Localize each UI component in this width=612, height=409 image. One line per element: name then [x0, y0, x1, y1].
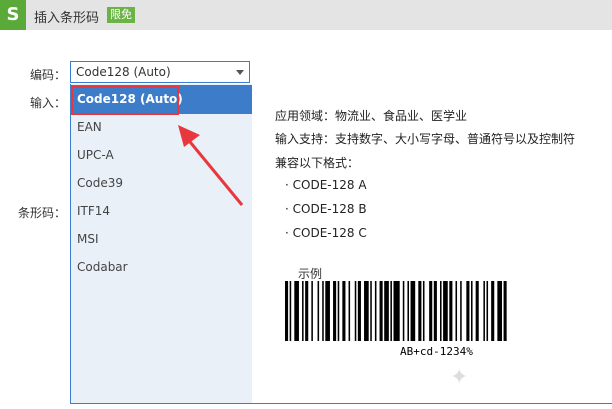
info-support: 输入支持：支持数字、大小写字母、普通符号以及控制符: [275, 132, 576, 146]
barcode-bar: [384, 281, 389, 341]
barcode-bar: [418, 281, 422, 341]
barcode-bar: [305, 281, 309, 341]
barcode-bar: [407, 281, 409, 341]
barcode-bar: [354, 281, 357, 341]
barcode-bar: [443, 281, 448, 341]
barcode-bar: [483, 281, 485, 341]
barcode-bar: [486, 281, 489, 341]
barcode-bar: [374, 281, 377, 341]
barcode-bar: [285, 281, 289, 341]
barcode-bar: [471, 281, 473, 341]
barcode-bar: [455, 281, 458, 341]
sample-label: 示例: [298, 267, 323, 281]
barcode-bar: [302, 281, 304, 341]
barcode-bar: [475, 281, 479, 341]
encoding-select-value: Code128 (Auto): [76, 65, 171, 79]
dropdown-option-code39[interactable]: Code39: [77, 176, 123, 190]
dropdown-option-upca[interactable]: UPC-A: [77, 148, 114, 162]
barcode-bar: [497, 281, 502, 341]
encoding-select[interactable]: Code128 (Auto): [70, 61, 250, 83]
red-arrow-annotation: [178, 125, 244, 206]
format-item: · CODE-128 C: [285, 226, 367, 240]
dropdown-option-ean[interactable]: EAN: [77, 120, 102, 134]
barcode-bar: [393, 281, 400, 341]
barcode-bar: [357, 281, 361, 341]
info-fields: 应用领域：物流业、食品业、医学业: [275, 109, 468, 123]
sample-barcode-text: AB+cd-1234%: [400, 345, 473, 358]
barcode-bar: [433, 281, 437, 341]
barcode-bar: [289, 281, 292, 341]
barcode-bar: [322, 281, 324, 341]
barcode-bar: [333, 281, 337, 341]
highlight-annotation-box: [71, 86, 179, 115]
input-label: 输入：: [30, 96, 67, 110]
dropdown-option-codabar[interactable]: Codabar: [77, 260, 128, 274]
barcode-bar: [390, 281, 392, 341]
chevron-down-icon[interactable]: [236, 70, 244, 75]
barcode-bar: [491, 281, 495, 341]
dialog-title: 插入条形码: [34, 11, 100, 26]
encoding-label: 编码：: [30, 68, 67, 82]
barcode-bar: [317, 281, 320, 341]
barcode-bar: [311, 281, 313, 341]
free-badge: 限免: [107, 7, 135, 23]
barcode-bar: [325, 281, 330, 341]
title-bar: S 插入条形码 限免: [0, 0, 612, 30]
barcode-bar: [422, 281, 425, 341]
barcode-bar: [348, 281, 351, 341]
barcode-bar: [410, 281, 416, 341]
barcode-bar: [294, 281, 299, 341]
panel-bottom-border: [252, 403, 612, 404]
barcode-bar: [503, 281, 507, 341]
barcode-bar: [402, 281, 405, 341]
format-item: · CODE-128 A: [285, 178, 367, 192]
barcode-bar: [379, 281, 383, 341]
format-item: · CODE-128 B: [285, 202, 367, 216]
app-logo: S: [0, 0, 26, 30]
barcode-bar: [440, 281, 442, 341]
barcode-bar: [364, 281, 369, 341]
barcode-bar: [466, 281, 470, 341]
barcode-bar: [449, 281, 453, 341]
dropdown-option-msi[interactable]: MSI: [77, 232, 99, 246]
barcode-bar: [337, 281, 340, 341]
barcode-bar: [370, 281, 372, 341]
watermark-logo: ✦: [450, 365, 469, 390]
dropdown-option-itf14[interactable]: ITF14: [77, 204, 110, 218]
barcode-bar: [429, 281, 433, 341]
info-compat: 兼容以下格式：: [275, 156, 360, 170]
barcode-label: 条形码：: [18, 206, 67, 220]
barcode-bar: [460, 281, 462, 341]
barcode-bar: [342, 281, 346, 341]
sample-barcode: [285, 281, 507, 341]
